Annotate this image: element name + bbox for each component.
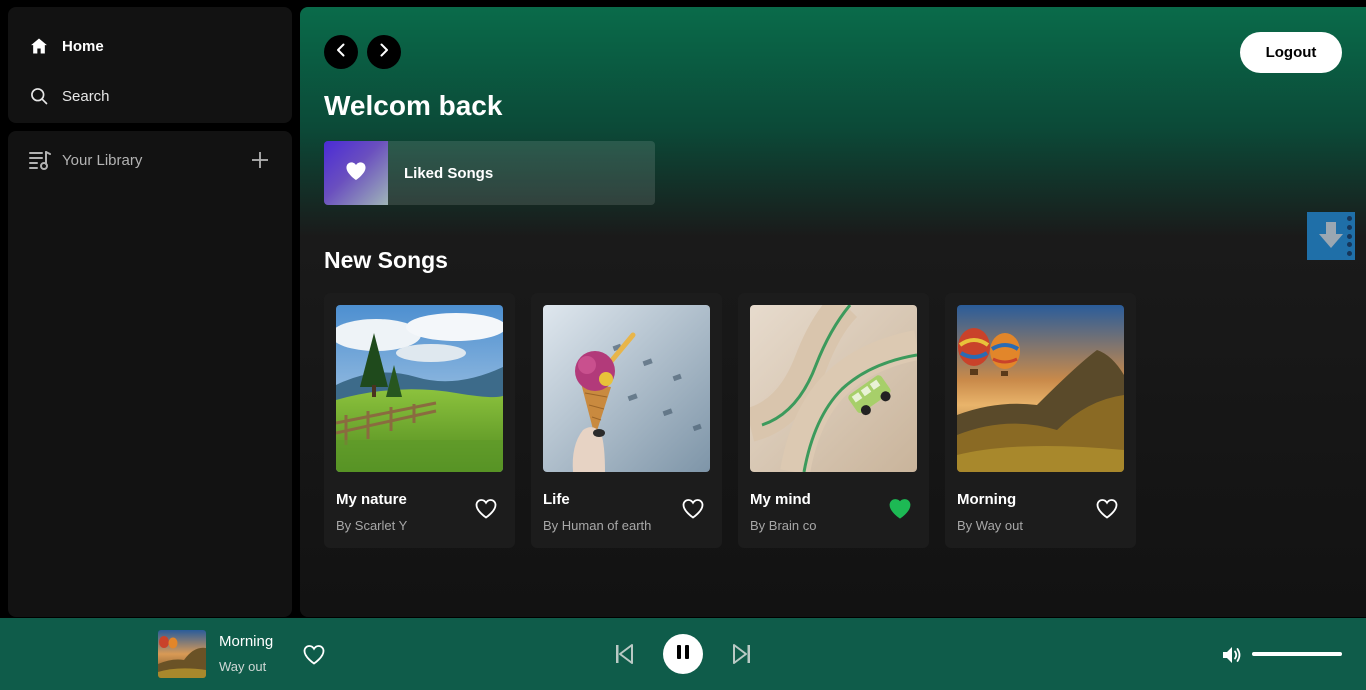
song-artist: By Scarlet Y (336, 518, 408, 533)
now-playing-artist: Way out (219, 659, 267, 674)
song-cover (336, 305, 503, 472)
chevron-left-icon (333, 42, 349, 63)
song-title: My nature (336, 491, 407, 508)
library-header[interactable]: Your Library (28, 148, 272, 172)
film-perforation (1347, 216, 1352, 256)
liked-songs-art (324, 141, 388, 205)
heart-icon[interactable] (888, 497, 912, 521)
song-artist: By Brain co (750, 518, 817, 533)
song-card[interactable]: My nature By Scarlet Y (324, 293, 515, 548)
liked-songs-card[interactable]: Liked Songs (324, 141, 655, 205)
heart-icon[interactable] (681, 497, 705, 521)
song-title: My mind (750, 491, 811, 508)
library-panel: Your Library (8, 131, 292, 617)
forward-button[interactable] (367, 35, 401, 69)
heart-icon (345, 161, 367, 186)
section-title: New Songs (324, 247, 448, 273)
song-artist: By Human of earth (543, 518, 652, 533)
now-playing-cover (158, 630, 206, 678)
sidebar-item-search[interactable]: Search (28, 84, 110, 108)
song-cover (957, 305, 1124, 472)
app: Home Search Your Library Logout Welcom b… (0, 0, 1366, 690)
song-card-list: My nature By Scarlet Y Life By Human of … (324, 293, 1136, 548)
sidebar-item-home[interactable]: Home (28, 34, 104, 58)
song-cover (543, 305, 710, 472)
heart-icon[interactable] (1095, 497, 1119, 521)
volume-icon[interactable] (1221, 644, 1243, 666)
plus-icon[interactable] (250, 150, 270, 170)
sidebar-nav: Home Search (8, 7, 292, 123)
sidebar-item-label: Home (62, 37, 104, 55)
heart-icon[interactable] (474, 497, 498, 521)
library-icon (28, 148, 52, 172)
back-button[interactable] (324, 35, 358, 69)
liked-songs-title: Liked Songs (404, 164, 494, 182)
logout-button[interactable]: Logout (1240, 32, 1342, 73)
download-icon[interactable] (1307, 212, 1355, 260)
song-card[interactable]: My mind By Brain co (738, 293, 929, 548)
player-bar: Morning Way out (0, 618, 1366, 690)
pause-icon (674, 643, 692, 666)
page-title: Welcom back (324, 90, 503, 121)
skip-back-icon[interactable] (612, 642, 636, 666)
main-view: Logout Welcom back Liked Songs New Songs (300, 7, 1366, 617)
skip-forward-icon[interactable] (730, 642, 754, 666)
pause-button[interactable] (663, 634, 703, 674)
song-card[interactable]: Life By Human of earth (531, 293, 722, 548)
song-title: Morning (957, 491, 1017, 508)
chevron-right-icon (376, 42, 392, 63)
song-card[interactable]: Morning By Way out (945, 293, 1136, 548)
now-playing-title: Morning (219, 633, 274, 650)
song-cover (750, 305, 917, 472)
sidebar-item-label: Search (62, 87, 110, 105)
search-icon (28, 85, 50, 107)
library-label: Your Library (62, 151, 143, 169)
song-artist: By Way out (957, 518, 1023, 533)
volume-level (1252, 652, 1342, 656)
volume-slider[interactable] (1252, 652, 1342, 656)
heart-icon[interactable] (302, 643, 326, 667)
song-title: Life (543, 491, 570, 508)
home-icon (28, 35, 50, 57)
